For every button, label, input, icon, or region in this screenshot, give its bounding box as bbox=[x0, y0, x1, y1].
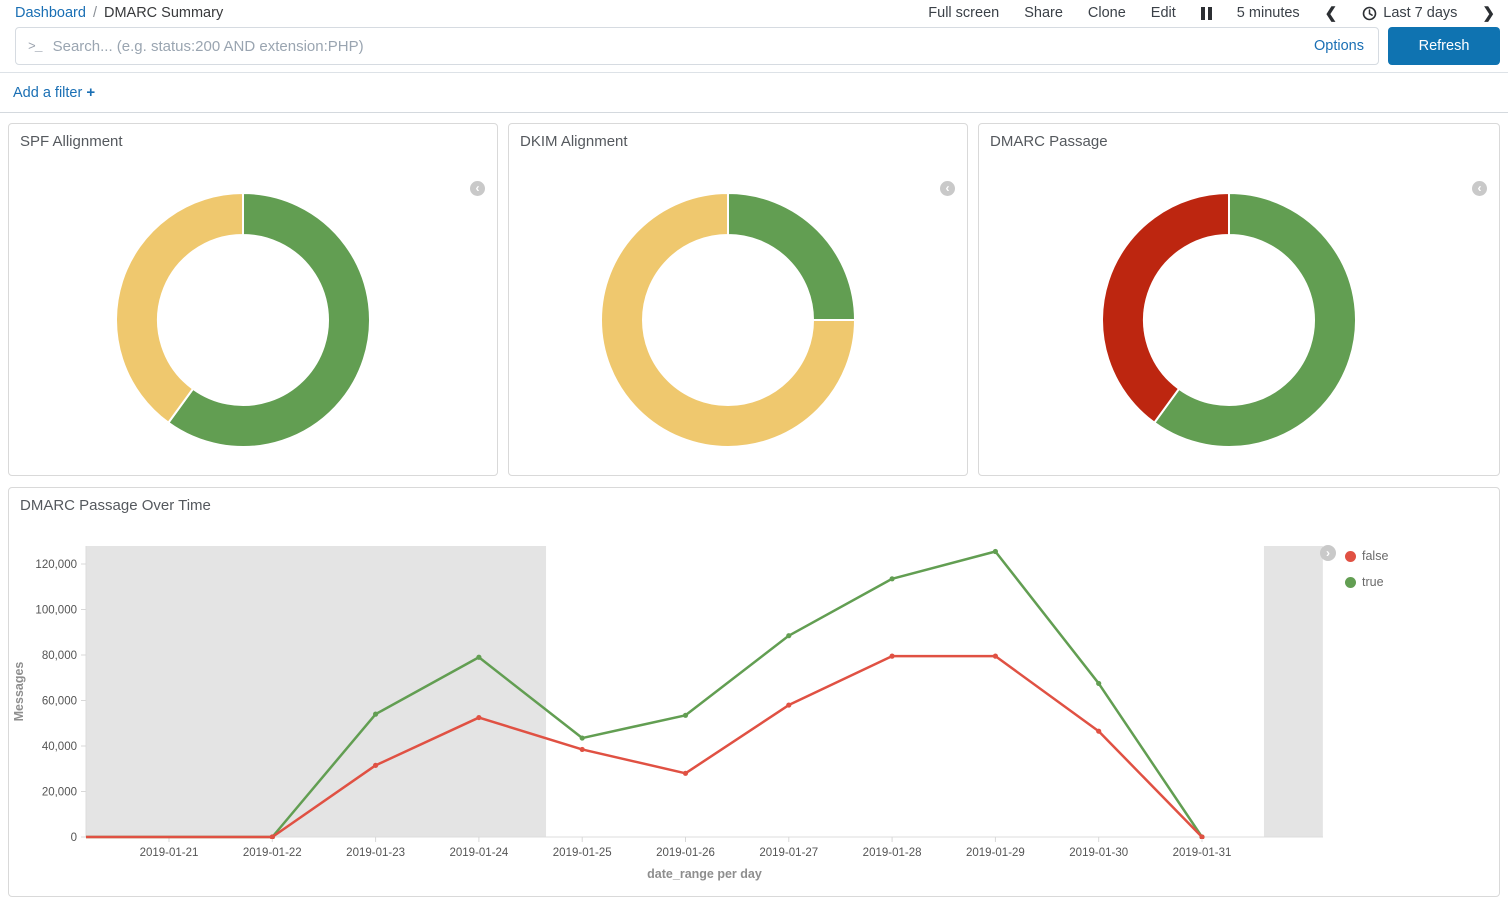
breadcrumb-separator: / bbox=[93, 5, 97, 21]
legend-color-dot bbox=[1345, 551, 1356, 562]
x-tick-label: 2019-01-27 bbox=[759, 847, 818, 859]
top-menu: Full screen Share Clone Edit 5 minutes ❮… bbox=[928, 4, 1495, 22]
options-link[interactable]: Options bbox=[1314, 38, 1364, 54]
data-point-true[interactable] bbox=[373, 712, 378, 717]
x-tick-label: 2019-01-23 bbox=[346, 847, 405, 859]
full-screen-button[interactable]: Full screen bbox=[928, 5, 999, 21]
data-point-false[interactable] bbox=[580, 747, 585, 752]
x-tick-label: 2019-01-22 bbox=[243, 847, 302, 859]
time-range-shade bbox=[1264, 546, 1323, 837]
pause-icon[interactable] bbox=[1201, 7, 1212, 20]
dmarc-over-time-line-chart[interactable]: 0 20,000 40,000 60,000 80,000 100,000 120,000 2… bbox=[9, 488, 1499, 896]
x-tick-label: 2019-01-25 bbox=[553, 847, 612, 859]
legend-label: false bbox=[1362, 549, 1388, 563]
legend-item-true[interactable]: true bbox=[1345, 569, 1388, 595]
clock-icon bbox=[1362, 6, 1377, 21]
panel-title: SPF Allignment bbox=[9, 124, 497, 159]
legend-label: true bbox=[1362, 575, 1384, 589]
y-tick-label: 0 bbox=[71, 832, 77, 844]
data-point-true[interactable] bbox=[890, 576, 895, 581]
legend-color-dot bbox=[1345, 577, 1356, 588]
y-tick-label: 80,000 bbox=[42, 650, 77, 662]
data-point-false[interactable] bbox=[993, 654, 998, 659]
data-point-true[interactable] bbox=[683, 713, 688, 718]
donut-slice-yellow[interactable] bbox=[116, 193, 243, 423]
x-tick-label: 2019-01-31 bbox=[1173, 847, 1232, 859]
terminal-prompt-icon: >_ bbox=[28, 39, 42, 54]
y-tick-label: 100,000 bbox=[35, 605, 77, 617]
breadcrumb-dashboard-link[interactable]: Dashboard bbox=[15, 5, 86, 21]
data-point-false[interactable] bbox=[476, 715, 481, 720]
data-point-true[interactable] bbox=[476, 655, 481, 660]
legend-collapse-icon[interactable]: ‹ bbox=[470, 181, 485, 196]
add-filter-label: Add a filter bbox=[13, 85, 82, 101]
add-filter-link[interactable]: Add a filter+ bbox=[13, 84, 95, 101]
y-axis-title: Messages bbox=[12, 662, 26, 722]
chart-legend: false true bbox=[1345, 543, 1388, 595]
divider bbox=[0, 72, 1508, 73]
time-range-label: Last 7 days bbox=[1383, 5, 1457, 21]
data-point-true[interactable] bbox=[1096, 681, 1101, 686]
share-button[interactable]: Share bbox=[1024, 5, 1063, 21]
legend-item-false[interactable]: false bbox=[1345, 543, 1388, 569]
y-tick-label: 120,000 bbox=[35, 559, 77, 571]
panel-title: DKIM Alignment bbox=[509, 124, 967, 159]
x-tick-label: 2019-01-21 bbox=[140, 847, 199, 859]
refresh-interval-button[interactable]: 5 minutes bbox=[1237, 5, 1300, 21]
dmarc-donut-chart[interactable] bbox=[1099, 190, 1359, 450]
y-tick-label: 20,000 bbox=[42, 787, 77, 799]
chevron-right-icon[interactable]: ❯ bbox=[1482, 4, 1495, 22]
plus-icon: + bbox=[86, 84, 95, 101]
x-tick-label: 2019-01-24 bbox=[449, 847, 508, 859]
legend-collapse-icon[interactable]: ‹ bbox=[1472, 181, 1487, 196]
time-range-shade bbox=[86, 546, 546, 837]
data-point-true[interactable] bbox=[993, 549, 998, 554]
divider bbox=[0, 112, 1508, 113]
panel-title: DMARC Passage bbox=[979, 124, 1499, 159]
x-tick-label: 2019-01-29 bbox=[966, 847, 1025, 859]
data-point-false[interactable] bbox=[1096, 729, 1101, 734]
time-range-picker[interactable]: Last 7 days bbox=[1362, 5, 1457, 21]
search-box[interactable]: >_ Options bbox=[15, 27, 1379, 65]
page-title: DMARC Summary bbox=[104, 5, 223, 21]
search-bar-row: >_ Options Refresh bbox=[15, 27, 1500, 65]
data-point-true[interactable] bbox=[786, 633, 791, 638]
panel-dkim-alignment: DKIM Alignment ‹ bbox=[508, 123, 968, 476]
breadcrumb: Dashboard / DMARC Summary bbox=[15, 5, 223, 21]
data-point-false[interactable] bbox=[270, 834, 275, 839]
y-tick-label: 40,000 bbox=[42, 741, 77, 753]
clone-button[interactable]: Clone bbox=[1088, 5, 1126, 21]
x-tick-label: 2019-01-28 bbox=[863, 847, 922, 859]
chevron-left-icon[interactable]: ❮ bbox=[1325, 4, 1338, 22]
x-tick-label: 2019-01-26 bbox=[656, 847, 715, 859]
top-navigation: Dashboard / DMARC Summary Full screen Sh… bbox=[0, 0, 1508, 26]
data-point-false[interactable] bbox=[1199, 834, 1204, 839]
y-tick-label: 60,000 bbox=[42, 696, 77, 708]
dkim-donut-chart[interactable] bbox=[598, 190, 858, 450]
data-point-true[interactable] bbox=[580, 735, 585, 740]
donut-slice-red[interactable] bbox=[1102, 193, 1229, 423]
panel-spf-allignment: SPF Allignment ‹ bbox=[8, 123, 498, 476]
legend-toggle-icon[interactable]: › bbox=[1320, 545, 1336, 561]
edit-button[interactable]: Edit bbox=[1151, 5, 1176, 21]
refresh-button[interactable]: Refresh bbox=[1388, 27, 1500, 65]
kibana-dashboard: Dashboard / DMARC Summary Full screen Sh… bbox=[0, 0, 1508, 898]
x-axis-title: date_range per day bbox=[647, 867, 762, 881]
legend-collapse-icon[interactable]: ‹ bbox=[940, 181, 955, 196]
data-point-false[interactable] bbox=[890, 654, 895, 659]
data-point-false[interactable] bbox=[786, 702, 791, 707]
search-input[interactable] bbox=[53, 38, 1302, 55]
data-point-false[interactable] bbox=[683, 771, 688, 776]
panel-dmarc-passage: DMARC Passage ‹ bbox=[978, 123, 1500, 476]
donut-slice-green[interactable] bbox=[728, 193, 855, 320]
x-tick-label: 2019-01-30 bbox=[1069, 847, 1128, 859]
panel-dmarc-passage-over-time: DMARC Passage Over Time 020,00040,00060,… bbox=[8, 487, 1500, 897]
spf-donut-chart[interactable] bbox=[113, 190, 373, 450]
data-point-false[interactable] bbox=[373, 763, 378, 768]
